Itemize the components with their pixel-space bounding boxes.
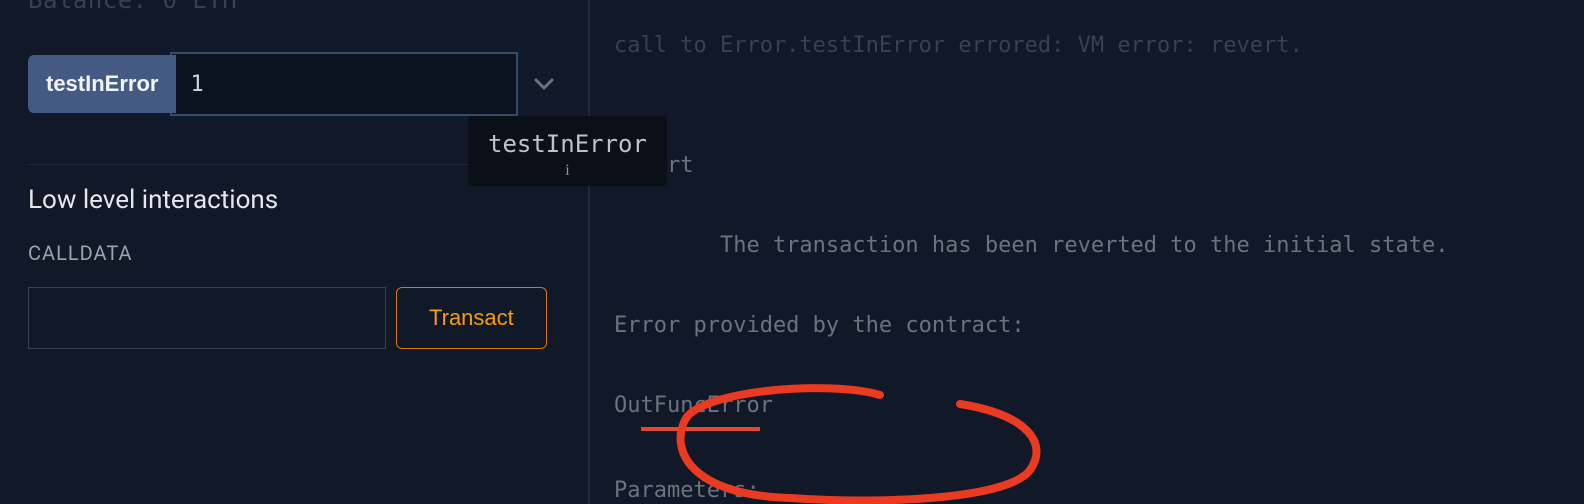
calldata-input[interactable] — [28, 287, 386, 349]
log-panel: call to Error.testInError errored: VM er… — [590, 0, 1584, 504]
balance-label: Balance: 0 ETH — [28, 0, 560, 14]
log-line: The transaction has been reverted to the… — [614, 226, 1584, 266]
function-call-button[interactable]: testInError — [28, 55, 176, 113]
function-tooltip: testInError i — [468, 116, 667, 186]
error-name: tFuncErro — [641, 386, 760, 431]
log-line: Parameters: — [614, 471, 1584, 504]
function-arg-input[interactable] — [170, 52, 518, 116]
chevron-down-icon[interactable] — [534, 78, 554, 90]
function-tooltip-text: testInError — [488, 130, 647, 158]
log-line: call to Error.testInError errored: VM er… — [614, 26, 1584, 66]
transact-button[interactable]: Transact — [396, 287, 547, 349]
function-row: testInError testInError i — [28, 52, 560, 116]
error-name-line: OutFuncError — [614, 386, 1584, 431]
info-icon: i — [488, 162, 647, 180]
calldata-label: CALLDATA — [28, 241, 560, 265]
log-line: Error provided by the contract: — [614, 306, 1584, 346]
log-line: revert — [614, 146, 1584, 186]
low-level-title: Low level interactions — [28, 185, 560, 215]
